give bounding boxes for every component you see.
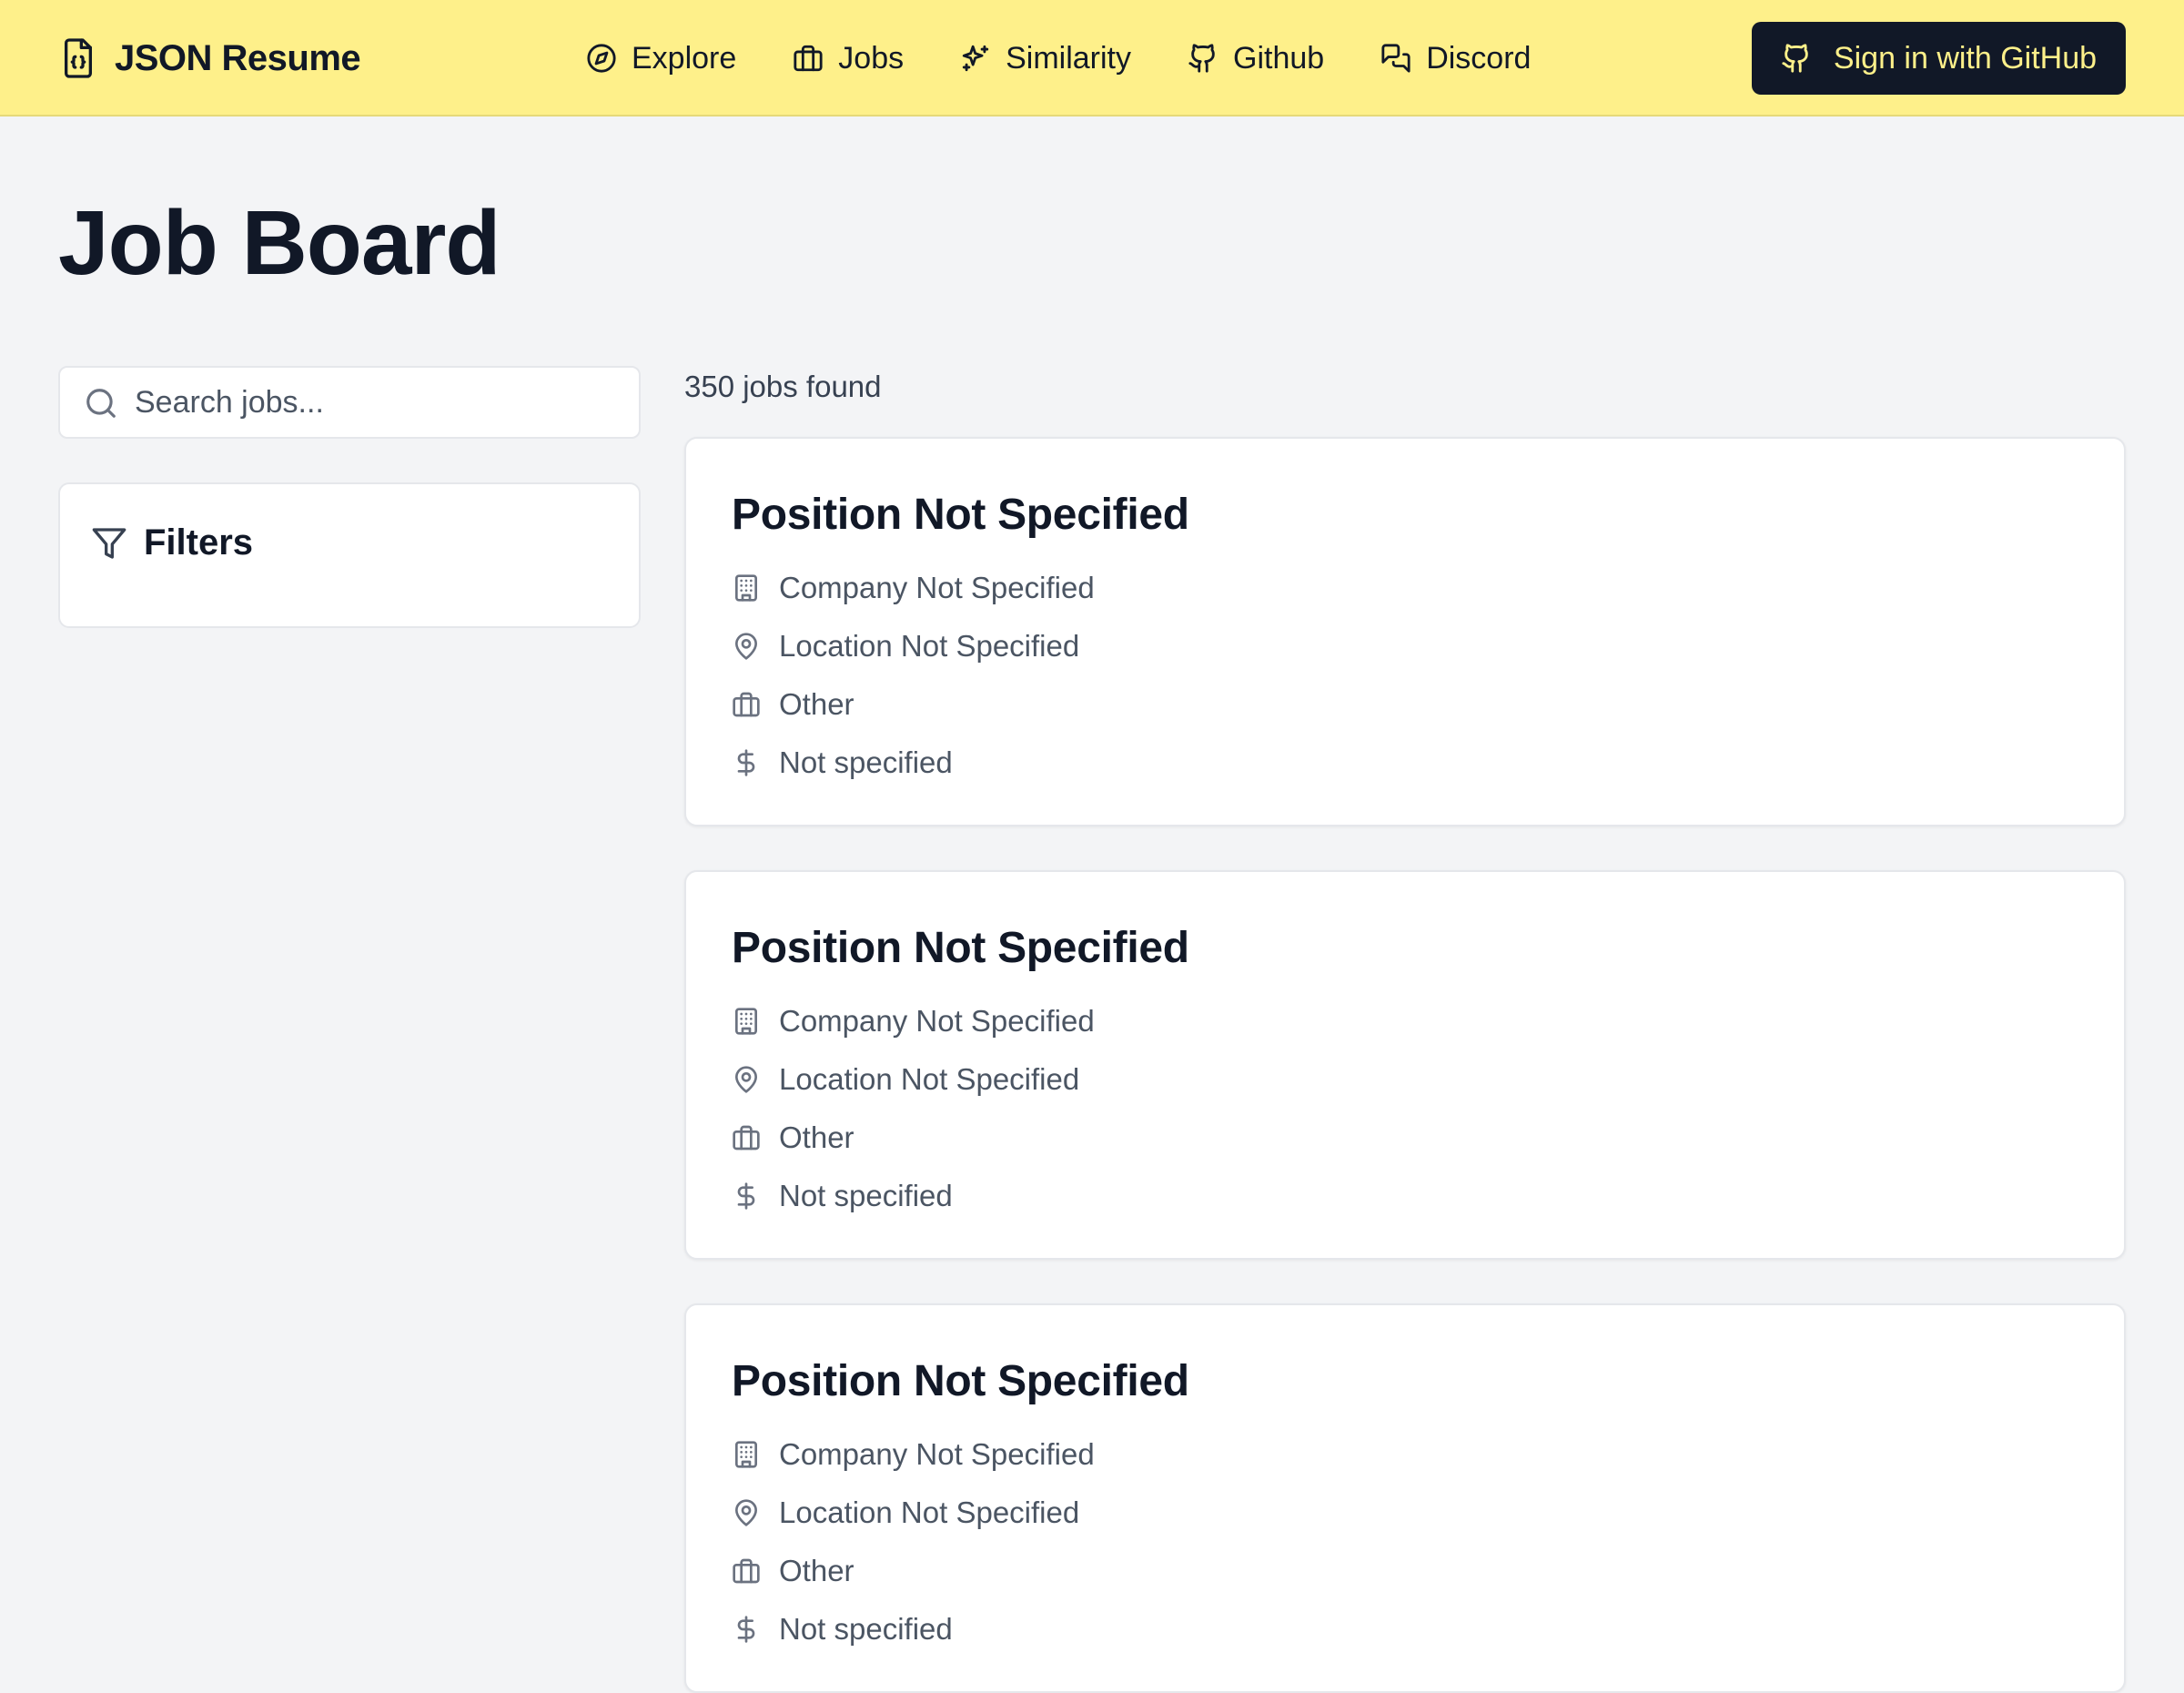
job-type-text: Other — [779, 1120, 854, 1154]
job-company-text: Company Not Specified — [779, 571, 1095, 604]
job-card[interactable]: Position Not Specified Company Not Speci… — [684, 1303, 2126, 1693]
page-title: Job Board — [58, 192, 500, 294]
job-location-text: Location Not Specified — [779, 1495, 1080, 1529]
top-navbar: JSON Resume Explore Jobs Similarity Gith… — [0, 0, 2184, 117]
briefcase-icon — [733, 692, 760, 717]
job-salary-text: Not specified — [779, 1612, 953, 1646]
search-input[interactable] — [133, 374, 619, 431]
search-box — [58, 366, 641, 439]
job-title: Position Not Specified — [732, 491, 1189, 539]
briefcase-icon — [733, 1125, 760, 1151]
job-location: Location Not Specified — [732, 617, 1095, 675]
job-company-text: Company Not Specified — [779, 1437, 1095, 1471]
job-type: Other — [732, 1542, 1095, 1600]
job-card[interactable]: Position Not Specified Company Not Speci… — [684, 437, 2126, 826]
job-company: Company Not Specified — [732, 1425, 1095, 1484]
job-card[interactable]: Position Not Specified Company Not Speci… — [684, 870, 2126, 1260]
nav-discord-label: Discord — [1426, 40, 1532, 76]
job-salary: Not specified — [732, 1167, 1095, 1225]
nav-github-label: Github — [1233, 40, 1325, 76]
job-salary-text: Not specified — [779, 1179, 953, 1212]
nav-jobs-label: Jobs — [838, 40, 905, 76]
job-meta-list: Company Not Specified Location Not Speci… — [732, 992, 1095, 1225]
map-pin-icon — [735, 633, 757, 660]
filters-header[interactable]: Filters — [91, 522, 253, 563]
nav-discord[interactable]: Discord — [1380, 41, 1531, 76]
job-company: Company Not Specified — [732, 559, 1095, 617]
job-location-text: Location Not Specified — [779, 1062, 1080, 1096]
filter-icon — [92, 527, 126, 559]
job-meta-list: Company Not Specified Location Not Speci… — [732, 559, 1095, 792]
search-icon — [86, 389, 116, 418]
brand-logo-link[interactable]: JSON Resume — [60, 36, 361, 80]
compass-icon — [587, 44, 616, 73]
job-meta-list: Company Not Specified Location Not Speci… — [732, 1425, 1095, 1658]
job-title: Position Not Specified — [732, 924, 1189, 972]
map-pin-icon — [735, 1066, 757, 1093]
github-icon — [1782, 44, 1808, 73]
nav-github[interactable]: Github — [1188, 41, 1324, 76]
job-type: Other — [732, 675, 1095, 734]
dollar-icon — [737, 749, 755, 776]
sign-in-label: Sign in with GitHub — [1833, 40, 2098, 76]
nav-explore[interactable]: Explore — [586, 41, 736, 76]
job-location: Location Not Specified — [732, 1050, 1095, 1109]
job-location-text: Location Not Specified — [779, 629, 1080, 663]
results-count: 350 jobs found — [684, 370, 882, 403]
job-salary: Not specified — [732, 1600, 1095, 1658]
file-json-icon — [65, 38, 93, 78]
job-type-text: Other — [779, 1554, 854, 1587]
building-icon — [735, 1008, 757, 1035]
dollar-icon — [737, 1182, 755, 1210]
job-type-text: Other — [779, 687, 854, 721]
nav-similarity-label: Similarity — [1006, 40, 1132, 76]
filters-title: Filters — [144, 522, 254, 563]
briefcase-icon — [794, 45, 823, 72]
job-salary-text: Not specified — [779, 745, 953, 779]
sparkles-icon — [962, 45, 989, 72]
github-icon — [1188, 44, 1215, 73]
building-icon — [735, 1441, 757, 1468]
building-icon — [735, 574, 757, 602]
job-company-text: Company Not Specified — [779, 1004, 1095, 1038]
nav-explore-label: Explore — [632, 40, 737, 76]
sign-in-github-button[interactable]: Sign in with GitHub — [1752, 22, 2126, 95]
job-location: Location Not Specified — [732, 1484, 1095, 1542]
filters-panel: Filters — [58, 482, 641, 628]
job-company: Company Not Specified — [732, 992, 1095, 1050]
job-type: Other — [732, 1109, 1095, 1167]
nav-similarity[interactable]: Similarity — [960, 41, 1131, 76]
dollar-icon — [737, 1616, 755, 1643]
job-salary: Not specified — [732, 734, 1095, 792]
job-title: Position Not Specified — [732, 1357, 1189, 1405]
main-nav: Explore Jobs Similarity Github Discord — [586, 35, 1531, 82]
chat-icon — [1381, 44, 1410, 73]
map-pin-icon — [735, 1499, 757, 1526]
brand-name: JSON Resume — [115, 37, 361, 78]
nav-jobs[interactable]: Jobs — [793, 41, 904, 76]
briefcase-icon — [733, 1558, 760, 1584]
